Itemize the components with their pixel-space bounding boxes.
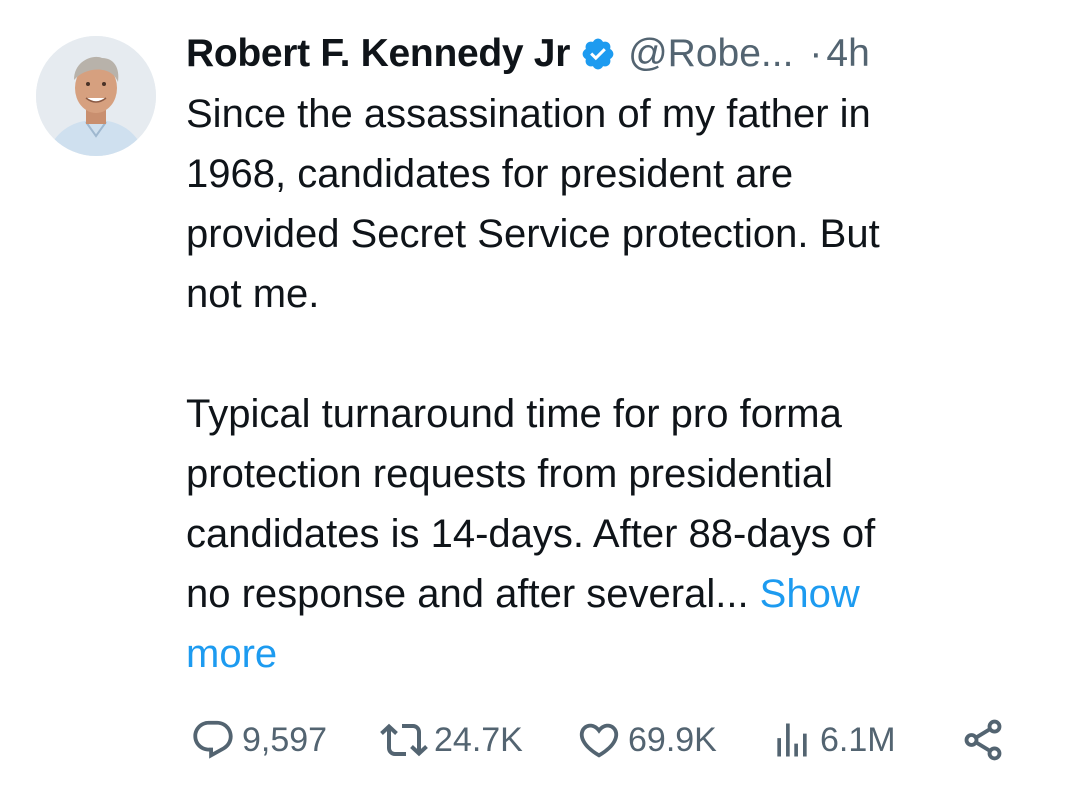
tweet-paragraph-1: Since the assassination of my father in … <box>186 92 880 316</box>
author-handle[interactable]: @Robe... <box>628 32 793 76</box>
tweet-card[interactable]: Robert F. Kennedy Jr @Robe... · 4h Since… <box>0 0 1080 798</box>
tweet-paragraph-2: Typical turnaround time for pro forma pr… <box>186 384 1046 684</box>
share-button[interactable] <box>960 712 1012 768</box>
author-display-name[interactable]: Robert F. Kennedy Jr <box>186 32 570 76</box>
retweet-icon <box>380 723 428 757</box>
tweet-actions: 9,597 24.7K 69.9K 6.1M <box>190 712 1020 768</box>
tweet-text: Since the assassination of my father in … <box>186 84 1046 684</box>
share-icon <box>964 719 1002 761</box>
header-separator: · <box>809 32 823 75</box>
like-button[interactable]: 69.9K <box>576 712 717 768</box>
author-avatar[interactable] <box>36 36 156 156</box>
reply-count: 9,597 <box>242 720 328 759</box>
views-bar-chart-icon <box>777 723 807 757</box>
retweet-button[interactable]: 24.7K <box>380 712 523 768</box>
retweet-count: 24.7K <box>434 720 523 759</box>
views-button[interactable]: 6.1M <box>770 712 896 768</box>
heart-icon <box>579 723 619 758</box>
views-count: 6.1M <box>820 720 896 759</box>
reply-button[interactable]: 9,597 <box>190 712 327 768</box>
tweet-timestamp[interactable]: 4h <box>826 32 869 76</box>
tweet-header: Robert F. Kennedy Jr @Robe... · 4h <box>186 28 1080 80</box>
like-count: 69.9K <box>628 720 717 759</box>
verified-badge-icon[interactable] <box>580 36 616 72</box>
reply-icon <box>193 720 233 759</box>
